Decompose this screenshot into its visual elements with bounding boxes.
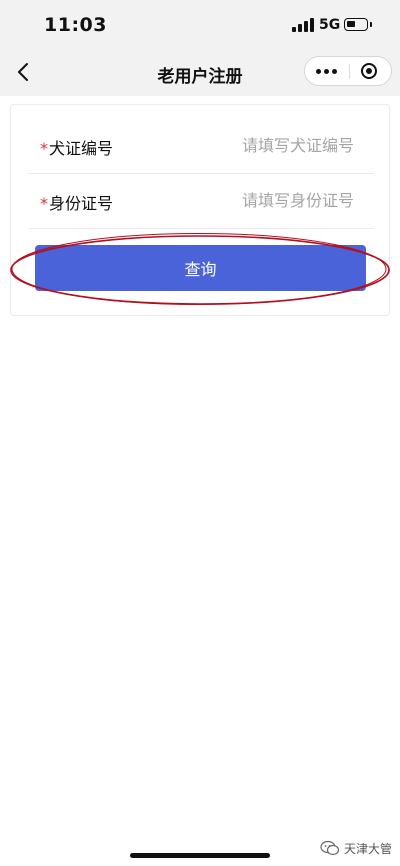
dog-license-label-text: 犬证编号 — [49, 139, 114, 158]
id-number-label: *身份证号 — [40, 190, 113, 214]
dog-license-input[interactable] — [164, 131, 354, 159]
row-divider — [28, 228, 374, 229]
more-icon[interactable] — [305, 57, 349, 85]
home-indicator[interactable] — [130, 853, 270, 858]
id-number-label-text: 身份证号 — [49, 194, 114, 213]
required-marker: * — [40, 194, 48, 213]
query-button[interactable]: 查询 — [35, 245, 366, 291]
status-time: 11:03 — [44, 14, 107, 36]
mini-program-capsule — [304, 56, 392, 86]
battery-icon — [344, 18, 368, 31]
form-row-id-number: *身份证号 — [28, 174, 374, 228]
battery-tip — [370, 22, 372, 27]
watermark: 天津大管 — [320, 838, 392, 858]
signal-icon — [292, 18, 314, 32]
form-row-dog-license: *犬证编号 — [28, 119, 374, 173]
dog-license-label: *犬证编号 — [40, 135, 113, 159]
battery-fill — [347, 21, 355, 27]
close-mini-program-icon[interactable] — [360, 62, 378, 80]
id-number-input[interactable] — [164, 186, 354, 214]
capsule-divider — [349, 64, 350, 79]
watermark-text: 天津大管 — [344, 841, 393, 856]
status-bar: 11:03 5G — [0, 0, 400, 50]
wechat-icon — [320, 840, 340, 856]
network-type: 5G — [319, 17, 341, 33]
required-marker: * — [40, 139, 48, 158]
